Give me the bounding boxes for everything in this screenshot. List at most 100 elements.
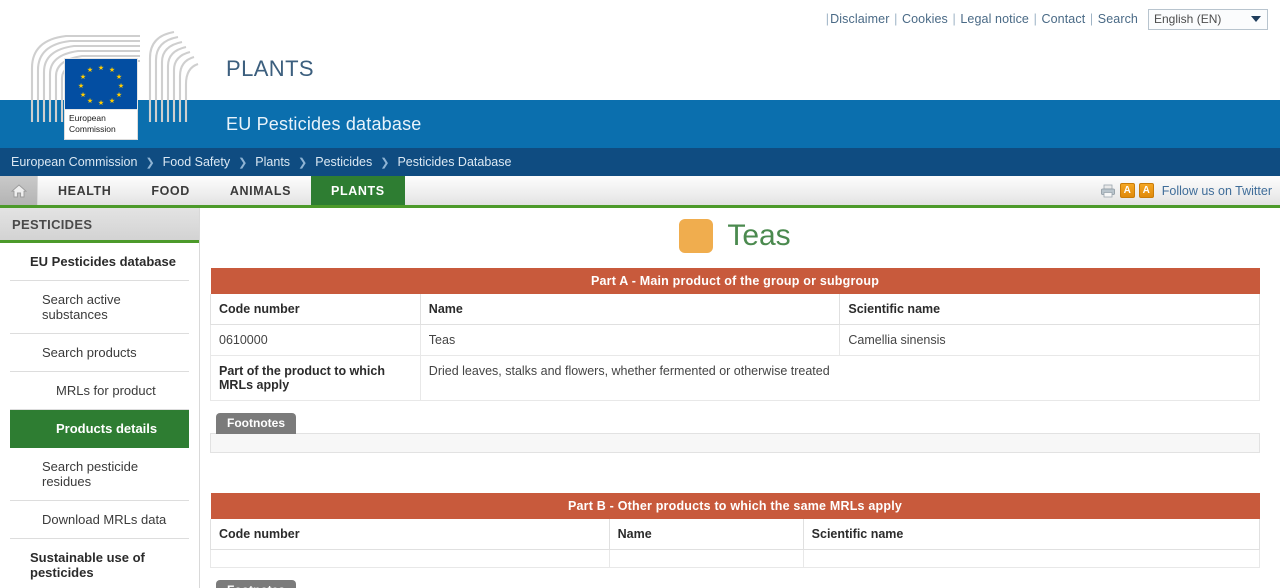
breadcrumb-item-food-safety[interactable]: Food Safety xyxy=(163,155,230,169)
cell-empty xyxy=(211,550,610,568)
nav-tab-health[interactable]: HEALTH xyxy=(38,176,131,205)
chevron-right-icon: ❯ xyxy=(298,156,307,169)
section-spacer xyxy=(210,453,1260,489)
breadcrumb-item-pesticides[interactable]: Pesticides xyxy=(315,155,372,169)
product-icon xyxy=(679,219,713,253)
sidebar-item-sustainable-use-of-pesticides[interactable]: Sustainable use of pesticides xyxy=(10,539,189,588)
chevron-right-icon: ❯ xyxy=(380,156,389,169)
chevron-right-icon: ❯ xyxy=(145,156,154,169)
breadcrumb-item-plants[interactable]: Plants xyxy=(255,155,290,169)
chevron-right-icon: ❯ xyxy=(238,156,247,169)
svg-text:★: ★ xyxy=(80,91,86,99)
column-header-scientific-name: Scientific name xyxy=(840,294,1260,325)
link-contact[interactable]: Contact xyxy=(1042,12,1086,26)
part-b-table: Part B - Other products to which the sam… xyxy=(210,493,1260,568)
link-search[interactable]: Search xyxy=(1098,12,1138,26)
cell-code-number: 0610000 xyxy=(211,325,421,356)
table-row: Part of the product to which MRLs apply … xyxy=(211,356,1260,401)
svg-text:★: ★ xyxy=(87,97,93,105)
part-a-heading: Part A - Main product of the group or su… xyxy=(211,268,1260,294)
svg-text:★: ★ xyxy=(109,97,115,105)
commission-line-2: Commission xyxy=(69,124,137,135)
sidebar-item-download-mrls-data[interactable]: Download MRLs data xyxy=(10,501,189,539)
sidebar-item-mrls-for-product[interactable]: MRLs for product xyxy=(10,372,189,410)
separator: | xyxy=(1030,12,1041,26)
chevron-down-icon xyxy=(1251,16,1261,22)
language-selector-value: English (EN) xyxy=(1154,12,1221,26)
page-title: Teas xyxy=(727,219,790,253)
main-content: Teas Part A - Main product of the group … xyxy=(200,208,1280,588)
atom-feed-icon[interactable]: A xyxy=(1139,183,1154,198)
breadcrumb: European Commission ❯ Food Safety ❯ Plan… xyxy=(0,148,1280,176)
page-body: PESTICIDES EU Pesticides database Search… xyxy=(0,208,1280,588)
sidebar-item-search-products[interactable]: Search products xyxy=(10,334,189,372)
commission-line-1: European xyxy=(69,113,137,124)
svg-text:★: ★ xyxy=(78,82,84,90)
nav-tab-food[interactable]: FOOD xyxy=(131,176,210,205)
svg-text:★: ★ xyxy=(87,66,93,74)
rss-feed-icon[interactable]: A xyxy=(1120,183,1135,198)
cell-name: Teas xyxy=(420,325,840,356)
sidebar-item-eu-pesticides-database[interactable]: EU Pesticides database xyxy=(10,243,189,281)
sidebar-item-search-pesticide-residues[interactable]: Search pesticide residues xyxy=(10,448,189,501)
footnotes-panel xyxy=(210,433,1260,453)
sidebar-item-products-details[interactable]: Products details xyxy=(10,410,189,448)
table-row: 0610000 Teas Camellia sinensis xyxy=(211,325,1260,356)
footnotes-tab[interactable]: Footnotes xyxy=(216,413,296,434)
sidebar-header: PESTICIDES xyxy=(0,208,199,243)
masthead: ★ ★ ★ ★ ★ ★ ★ ★ ★ ★ ★ ★ European Commiss… xyxy=(0,38,1280,100)
sidebar: PESTICIDES EU Pesticides database Search… xyxy=(0,208,200,588)
cell-scientific-name: Camellia sinensis xyxy=(840,325,1260,356)
link-cookies[interactable]: Cookies xyxy=(902,12,948,26)
nav-tab-animals[interactable]: ANIMALS xyxy=(210,176,311,205)
european-commission-logo[interactable]: ★ ★ ★ ★ ★ ★ ★ ★ ★ ★ ★ ★ European Commiss… xyxy=(22,22,222,132)
site-name: PLANTS xyxy=(226,56,314,82)
footnotes-tab[interactable]: Footnotes xyxy=(216,580,296,588)
breadcrumb-item-pesticides-database[interactable]: Pesticides Database xyxy=(397,155,511,169)
column-header-code-number: Code number xyxy=(211,294,421,325)
separator: | xyxy=(826,12,829,26)
svg-text:★: ★ xyxy=(109,66,115,74)
part-b-heading-row: Part B - Other products to which the sam… xyxy=(211,493,1260,519)
language-selector[interactable]: English (EN) xyxy=(1148,9,1268,30)
sidebar-item-search-active-substances[interactable]: Search active substances xyxy=(10,281,189,334)
eu-stars-icon: ★ ★ ★ ★ ★ ★ ★ ★ ★ ★ ★ ★ xyxy=(64,58,138,110)
svg-text:★: ★ xyxy=(116,91,122,99)
home-button[interactable] xyxy=(0,176,38,205)
part-b-heading: Part B - Other products to which the sam… xyxy=(211,493,1260,519)
part-b-footnotes: Footnotes xyxy=(210,580,1260,588)
svg-text:★: ★ xyxy=(98,99,104,107)
svg-text:★: ★ xyxy=(80,73,86,81)
page-title-row: Teas xyxy=(210,208,1260,264)
part-b-column-header-row: Code number Name Scientific name xyxy=(211,519,1260,550)
part-a-table: Part A - Main product of the group or su… xyxy=(210,268,1260,401)
breadcrumb-item-european-commission[interactable]: European Commission xyxy=(11,155,137,169)
separator: | xyxy=(949,12,960,26)
svg-text:★: ★ xyxy=(116,73,122,81)
link-disclaimer[interactable]: Disclaimer xyxy=(830,12,889,26)
cell-empty xyxy=(609,550,803,568)
cell-part-of-product-label: Part of the product to which MRLs apply xyxy=(211,356,421,401)
column-header-name: Name xyxy=(420,294,840,325)
nav-tab-plants[interactable]: PLANTS xyxy=(311,176,405,205)
home-icon xyxy=(10,182,28,200)
main-navigation: HEALTH FOOD ANIMALS PLANTS A A Follow us… xyxy=(0,176,1280,208)
part-a-footnotes: Footnotes xyxy=(210,413,1260,453)
print-icon[interactable] xyxy=(1100,184,1116,198)
column-header-code-number: Code number xyxy=(211,519,610,550)
separator: | xyxy=(1086,12,1097,26)
column-header-name: Name xyxy=(609,519,803,550)
database-title: EU Pesticides database xyxy=(226,114,422,135)
cell-part-of-product-value: Dried leaves, stalks and flowers, whethe… xyxy=(420,356,1259,401)
part-a-heading-row: Part A - Main product of the group or su… xyxy=(211,268,1260,294)
part-a-column-header-row: Code number Name Scientific name xyxy=(211,294,1260,325)
table-row-empty xyxy=(211,550,1260,568)
separator: | xyxy=(891,12,902,26)
nav-utilities: A A Follow us on Twitter xyxy=(1100,176,1280,205)
twitter-follow-link[interactable]: Follow us on Twitter xyxy=(1162,184,1272,198)
column-header-scientific-name: Scientific name xyxy=(803,519,1259,550)
svg-text:★: ★ xyxy=(98,64,104,72)
cell-empty xyxy=(803,550,1259,568)
link-legal-notice[interactable]: Legal notice xyxy=(960,12,1029,26)
svg-text:★: ★ xyxy=(118,82,124,90)
